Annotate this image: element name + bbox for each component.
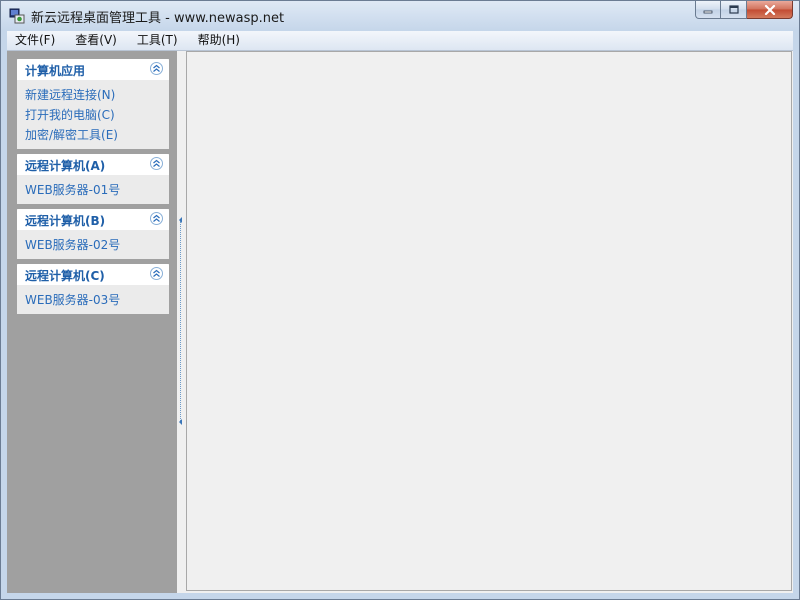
caption-buttons	[695, 1, 793, 20]
main-content-panel[interactable]	[186, 51, 792, 591]
panel-remote-a: 远程计算机(A) WEB服务器-01号	[17, 154, 169, 204]
panel-title: 远程计算机(A)	[25, 159, 106, 173]
close-button[interactable]	[747, 1, 793, 19]
panel-header[interactable]: 远程计算机(C)	[17, 264, 169, 285]
web-server-03-link[interactable]: WEB服务器-03号	[25, 290, 169, 310]
app-window: 新云远程桌面管理工具 - www.newasp.net 文件(F) 查看(V) …	[0, 0, 800, 600]
panel-body: 新建远程连接(N) 打开我的电脑(C) 加密/解密工具(E)	[17, 80, 169, 149]
web-server-01-link[interactable]: WEB服务器-01号	[25, 180, 169, 200]
splitter[interactable]	[177, 51, 185, 593]
collapse-button[interactable]	[150, 212, 163, 225]
encrypt-decrypt-tool-link[interactable]: 加密/解密工具(E)	[25, 125, 169, 145]
minimize-icon	[703, 10, 713, 13]
collapse-left-arrow-icon[interactable]	[179, 217, 182, 223]
open-my-computer-link[interactable]: 打开我的电脑(C)	[25, 105, 169, 125]
panel-body: WEB服务器-03号	[17, 285, 169, 314]
panel-remote-c: 远程计算机(C) WEB服务器-03号	[17, 264, 169, 314]
app-icon	[9, 8, 25, 24]
menu-help[interactable]: 帮助(H)	[190, 31, 248, 50]
new-remote-connection-link[interactable]: 新建远程连接(N)	[25, 85, 169, 105]
client-area: 计算机应用 新建远程连接(N) 打开我的电脑(C) 加密/解密工具(E) 远程计…	[7, 51, 793, 593]
close-icon	[764, 4, 775, 15]
maximize-icon	[728, 5, 739, 14]
collapse-left-arrow-icon[interactable]	[179, 419, 182, 425]
panel-body: WEB服务器-02号	[17, 230, 169, 259]
collapse-button[interactable]	[150, 267, 163, 280]
chevron-double-up-icon	[153, 64, 160, 72]
panel-computer-apps: 计算机应用 新建远程连接(N) 打开我的电脑(C) 加密/解密工具(E)	[17, 59, 169, 149]
panel-title: 计算机应用	[25, 64, 86, 78]
chevron-double-up-icon	[153, 159, 160, 167]
panel-header[interactable]: 计算机应用	[17, 59, 169, 80]
panel-header[interactable]: 远程计算机(B)	[17, 209, 169, 230]
panel-title: 远程计算机(B)	[25, 214, 106, 228]
collapse-button[interactable]	[150, 157, 163, 170]
menu-bar: 文件(F) 查看(V) 工具(T) 帮助(H)	[7, 31, 793, 51]
panel-header[interactable]: 远程计算机(A)	[17, 154, 169, 175]
chevron-double-up-icon	[153, 269, 160, 277]
window-title: 新云远程桌面管理工具 - www.newasp.net	[31, 11, 285, 26]
panel-remote-b: 远程计算机(B) WEB服务器-02号	[17, 209, 169, 259]
title-bar[interactable]: 新云远程桌面管理工具 - www.newasp.net	[1, 1, 799, 30]
panel-title: 远程计算机(C)	[25, 269, 105, 283]
panel-body: WEB服务器-01号	[17, 175, 169, 204]
splitter-grip	[180, 221, 182, 423]
collapse-button[interactable]	[150, 62, 163, 75]
menu-file[interactable]: 文件(F)	[7, 31, 63, 50]
menu-tools[interactable]: 工具(T)	[129, 31, 186, 50]
sidebar: 计算机应用 新建远程连接(N) 打开我的电脑(C) 加密/解密工具(E) 远程计…	[7, 51, 177, 593]
chevron-double-up-icon	[153, 214, 160, 222]
bottom-frame	[7, 594, 793, 597]
menu-view[interactable]: 查看(V)	[67, 31, 125, 50]
maximize-button[interactable]	[721, 1, 747, 19]
web-server-02-link[interactable]: WEB服务器-02号	[25, 235, 169, 255]
minimize-button[interactable]	[695, 1, 721, 19]
